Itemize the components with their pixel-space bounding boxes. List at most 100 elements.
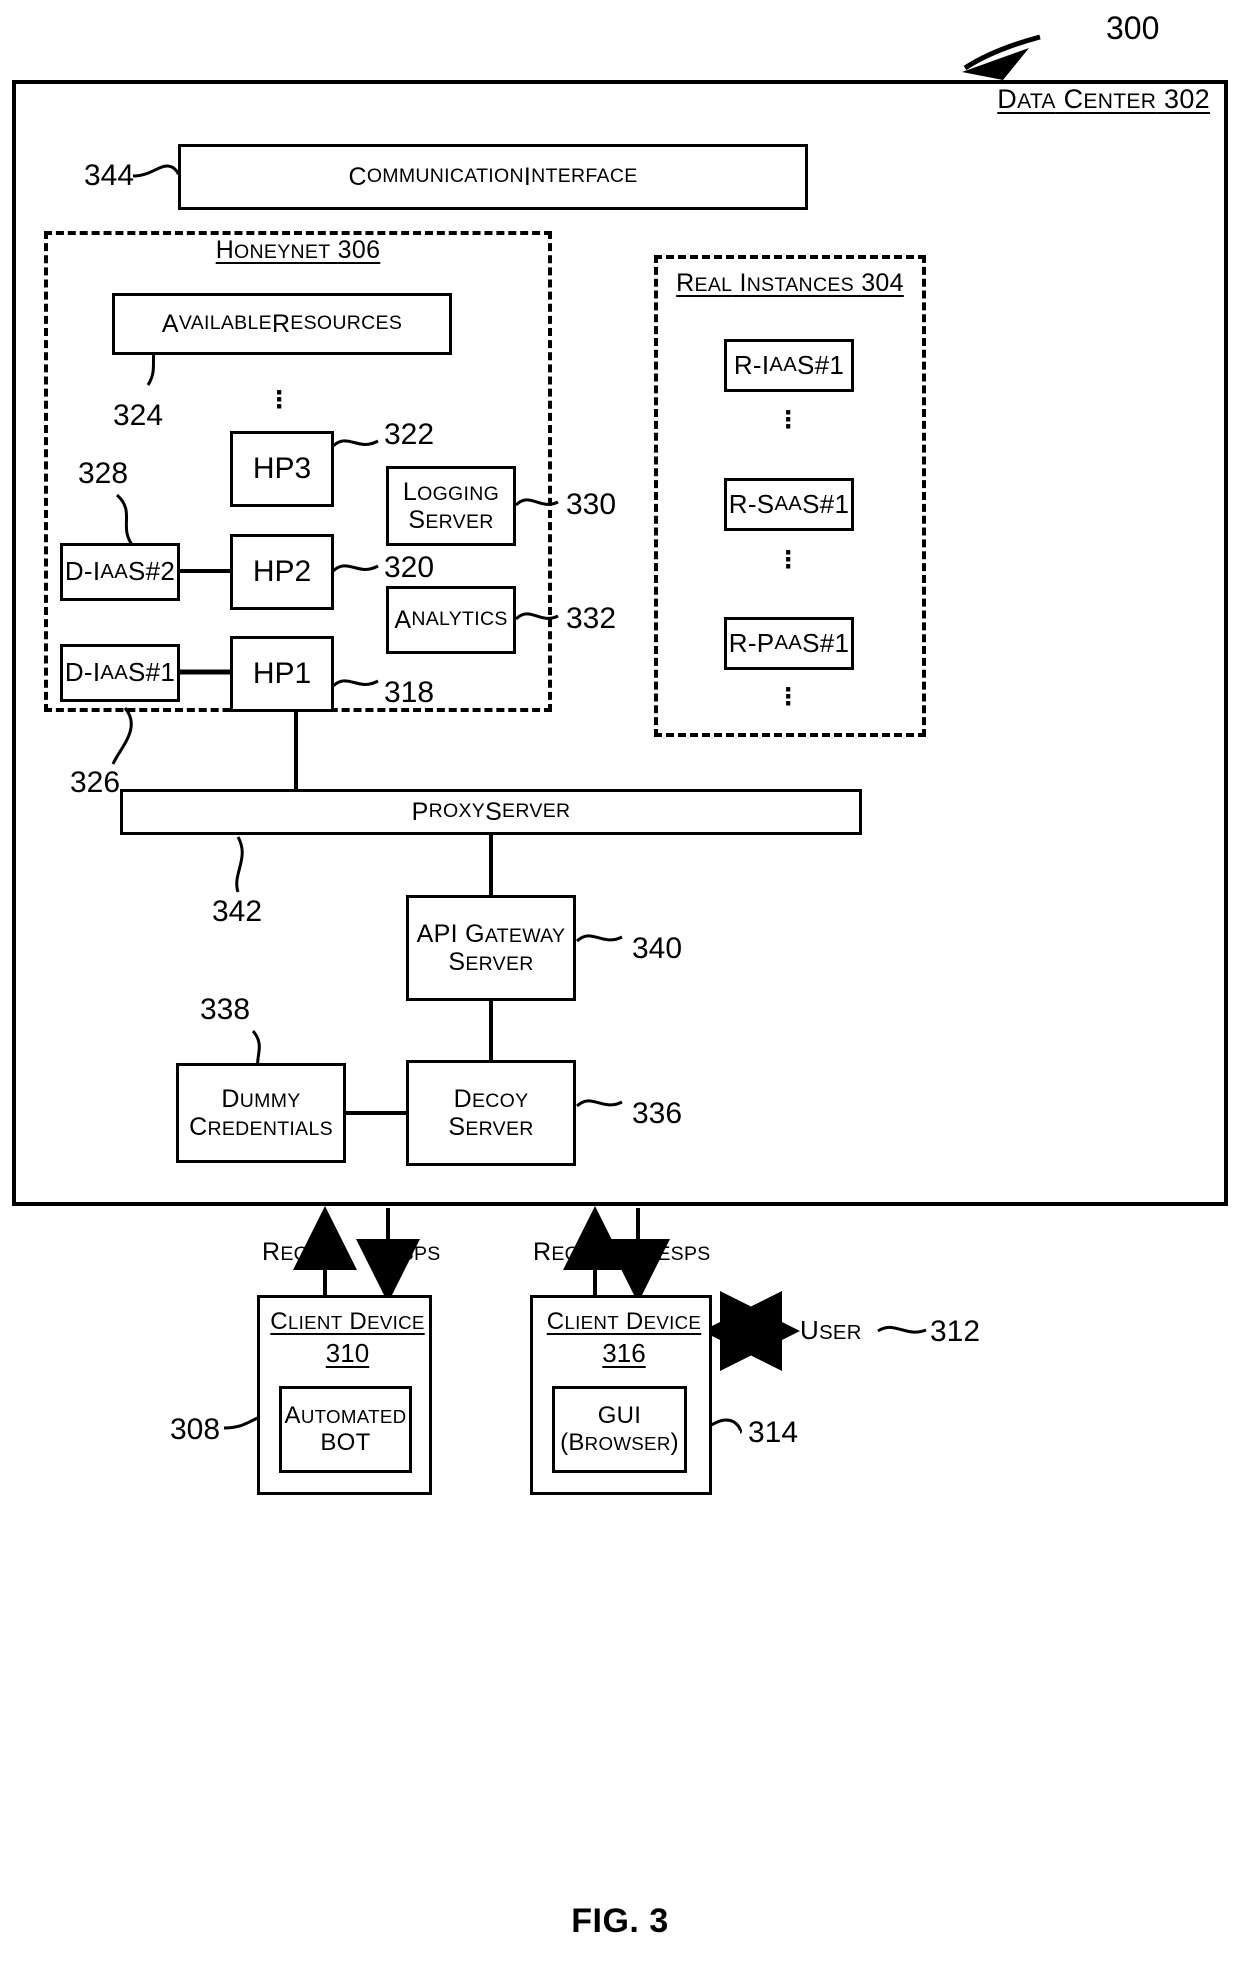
decoy-server-label: DECOY SERVER — [409, 1063, 573, 1163]
logging-server-label-line2: SERVER — [408, 506, 494, 534]
honeypot-box-hp1[interactable]: HP1 — [230, 636, 334, 712]
client-device-316-ref: 316 — [602, 1338, 646, 1368]
honeypot-label-hp3: HP3 — [252, 452, 312, 485]
client-device-316-title: CLIENT DEVICE — [546, 1308, 702, 1335]
leader-326 — [111, 707, 133, 765]
ellipsis-dot-3: · — [275, 390, 285, 423]
decoy-instance-box-diaas2[interactable]: D-I AA S#2 — [60, 543, 180, 601]
real-instance-label-r-iaas1: R-I AA S#1 — [733, 349, 845, 380]
patent-figure-page: 300 DATA CENTER 302 344 C OMMUNICATION IN… — [0, 0, 1240, 1978]
available-resources-box[interactable]: A VAILABLE R ESOURCES — [112, 293, 452, 355]
ellipsis-dot-3: · — [784, 550, 794, 583]
honeynet-title: HONEYNET 306 — [44, 236, 552, 264]
ref-330: 330 — [566, 488, 617, 521]
api-gateway-label-line1: API GATEWAY — [416, 920, 566, 948]
proxy-server-label: P ROXY S ERVER — [411, 798, 571, 826]
dummy-credentials-label-line1: DUMMY — [221, 1085, 301, 1113]
ref-300: 300 — [1106, 10, 1160, 46]
honeypot-label-hp1: HP1 — [252, 657, 312, 690]
honeypot-ellipsis: · · · — [265, 378, 295, 423]
honeypot-label-hp2: HP2 — [252, 555, 312, 588]
flow-label-resps-left: RESPS — [369, 1238, 441, 1266]
logging-server-label: LOGGING SERVER — [389, 469, 513, 543]
ellipsis-dot-3: · — [784, 687, 794, 720]
available-resources-label: A VAILABLE R ESOURCES — [161, 310, 403, 338]
leader-336 — [575, 1099, 623, 1108]
automated-bot-box[interactable]: AUTOMATED BOT — [279, 1386, 412, 1473]
flow-label-reqs-left: REQS — [262, 1238, 323, 1266]
real-instance-label-r-paas1: R-P AA S#1 — [728, 627, 850, 658]
real-instances-title: REAL INSTANCES 304 — [654, 269, 926, 297]
ref-328: 328 — [78, 457, 129, 490]
honeypot-box-hp2[interactable]: HP2 — [230, 534, 334, 610]
ref-340: 340 — [632, 932, 683, 965]
client-device-310-ref: 310 — [325, 1338, 370, 1368]
api-gateway-server-label: API GATEWAY SERVER — [409, 898, 573, 998]
ref-336: 336 — [632, 1097, 683, 1130]
ref-342: 342 — [212, 895, 263, 928]
decoy-server-label-line2: SERVER — [448, 1113, 534, 1141]
logging-server-label-line1: LOGGING — [402, 478, 500, 506]
user-label: USER — [800, 1315, 862, 1345]
gui-browser-box[interactable]: GUI (BROWSER) — [552, 1386, 687, 1473]
dummy-credentials-box[interactable]: DUMMY CREDENTIALS — [176, 1063, 346, 1163]
communication-interface-label: C OMMUNICATION I NTERFACE — [348, 163, 638, 191]
client-device-310-title: CLIENT DEVICE — [270, 1308, 425, 1335]
ref-338: 338 — [200, 993, 251, 1026]
system-pointer-arrow — [962, 34, 1041, 80]
dummy-credentials-label-line2: CREDENTIALS — [189, 1113, 333, 1141]
ref-344: 344 — [84, 159, 135, 192]
data-center-ref: 302 — [1164, 84, 1210, 114]
figure-caption: FIG. 3 — [571, 1902, 669, 1940]
real-instance-box-r-saas1[interactable]: R-S AA S#1 — [724, 478, 854, 531]
data-center-title-text: DATA CENTER — [997, 84, 1157, 114]
ref-308: 308 — [170, 1413, 221, 1446]
decoy-instance-label-diaas1: D-I AA S#1 — [64, 657, 176, 688]
communication-interface-box[interactable]: C OMMUNICATION I NTERFACE — [178, 144, 808, 210]
automated-bot-label-line2: BOT — [320, 1428, 371, 1456]
analytics-box[interactable]: A NALYTICS — [386, 586, 516, 654]
leader-344 — [132, 164, 180, 178]
ellipsis-dot-3: · — [784, 410, 794, 443]
real-instances-ref: 304 — [861, 269, 904, 297]
honeynet-ref: 306 — [337, 236, 381, 264]
real-instances-ellipsis-3: · · · — [774, 675, 804, 720]
automated-bot-label: AUTOMATED BOT — [282, 1389, 409, 1470]
automated-bot-label-line1: AUTOMATED — [284, 1401, 407, 1429]
decoy-server-label-line1: DECOY — [453, 1085, 529, 1113]
proxy-server-box[interactable]: P ROXY S ERVER — [120, 789, 862, 835]
decoy-instance-label-diaas2: D-I AA S#2 — [64, 556, 176, 587]
api-gateway-label-line2: SERVER — [448, 948, 534, 976]
leader-342 — [235, 836, 244, 893]
ref-318: 318 — [384, 676, 435, 709]
ref-314: 314 — [748, 1416, 799, 1449]
ref-312: 312 — [930, 1315, 981, 1348]
logging-server-box[interactable]: LOGGING SERVER — [386, 466, 516, 546]
leader-340 — [575, 934, 623, 943]
api-gateway-server-box[interactable]: API GATEWAY SERVER — [406, 895, 576, 1001]
decoy-instance-box-diaas1[interactable]: D-I AA S#1 — [60, 644, 180, 702]
ref-322: 322 — [384, 418, 435, 451]
flow-label-reqs-right: REQS — [533, 1238, 594, 1266]
ref-326: 326 — [70, 766, 121, 799]
honeypot-box-hp3[interactable]: HP3 — [230, 431, 334, 507]
real-instances-ellipsis-1: · · · — [774, 398, 804, 443]
leader-312 — [877, 1325, 927, 1334]
ref-324: 324 — [113, 399, 164, 432]
real-instance-box-r-iaas1[interactable]: R-I AA S#1 — [724, 339, 854, 392]
gui-browser-label-line2: (BROWSER) — [560, 1428, 679, 1456]
real-instances-title-text: REAL INSTANCES — [676, 269, 854, 297]
analytics-label: A NALYTICS — [394, 606, 508, 634]
data-center-title: DATA CENTER 302 — [770, 84, 1210, 114]
gui-browser-label: GUI (BROWSER) — [555, 1389, 684, 1470]
real-instances-ellipsis-2: · · · — [774, 538, 804, 583]
decoy-server-box[interactable]: DECOY SERVER — [406, 1060, 576, 1166]
real-instance-label-r-saas1: R-S AA S#1 — [728, 488, 850, 519]
flow-label-resps-right: RESPS — [639, 1238, 711, 1266]
dummy-credentials-label: DUMMY CREDENTIALS — [179, 1066, 343, 1160]
honeynet-title-text: HONEYNET — [215, 236, 331, 264]
ref-332: 332 — [566, 602, 617, 635]
real-instance-box-r-paas1[interactable]: R-P AA S#1 — [724, 617, 854, 670]
gui-browser-label-line1: GUI — [597, 1401, 642, 1429]
ref-320: 320 — [384, 551, 435, 584]
